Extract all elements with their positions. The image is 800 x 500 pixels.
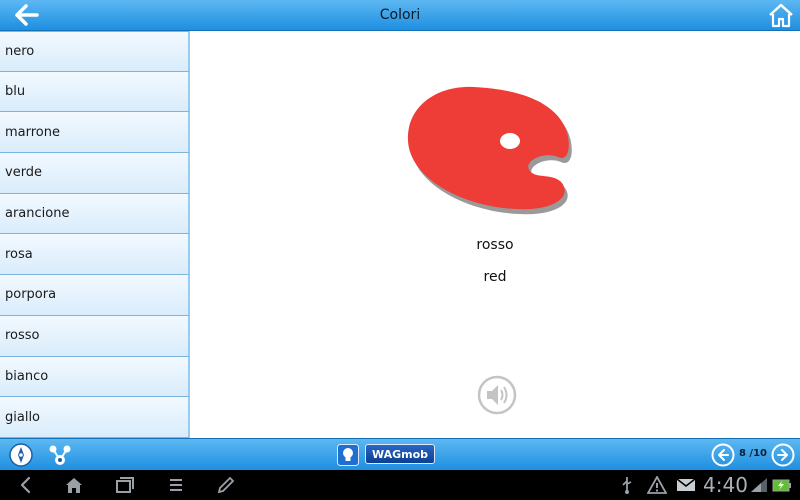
pencil-icon[interactable] [216, 476, 236, 494]
list-item-verde[interactable]: verde [0, 153, 190, 194]
list-item-rosso[interactable]: rosso [0, 315, 190, 357]
wagmob-button[interactable]: WAGmob [365, 444, 435, 464]
list-item-arancione[interactable]: arancione [0, 193, 190, 235]
home-icon[interactable] [767, 2, 795, 28]
speaker-icon[interactable] [477, 375, 517, 415]
italian-word: rosso [476, 237, 514, 253]
palette-thumb-hole [500, 133, 520, 149]
bottom-toolbar: WAGmob 8 /10 [0, 438, 800, 470]
mail-icon [676, 478, 696, 491]
list-item-label: verde [5, 165, 43, 181]
system-home-icon[interactable] [64, 476, 84, 494]
usb-icon [622, 477, 632, 494]
warning-icon [647, 476, 667, 494]
list-item-porpora[interactable]: porpora [0, 275, 190, 316]
list-item-label: marrone [5, 124, 60, 140]
english-word: red [483, 269, 507, 285]
system-recent-apps-icon[interactable] [115, 476, 135, 494]
page-counter: 8 /10 [738, 448, 767, 459]
signal-strength-icon [751, 478, 767, 492]
list-item-label: giallo [5, 409, 41, 425]
previous-arrow-icon[interactable] [711, 443, 735, 467]
system-navigation-bar: 4:40 [0, 470, 800, 500]
page-title: Colori [379, 7, 421, 23]
list-item-label: porpora [5, 287, 57, 303]
list-item-nero[interactable]: nero [0, 31, 190, 72]
system-menu-icon[interactable] [166, 476, 186, 494]
palette-body [407, 86, 569, 210]
color-list: nero blu marrone verde arancione rosa po… [0, 31, 190, 438]
title-bar: Colori [0, 0, 800, 31]
list-item-bianco[interactable]: bianco [0, 356, 190, 398]
system-back-icon[interactable] [16, 476, 36, 494]
battery-charging-icon [772, 479, 791, 492]
list-item-label: rosa [5, 246, 33, 262]
list-item-label: arancione [5, 206, 70, 222]
next-arrow-icon[interactable] [771, 443, 795, 467]
list-item-label: blu [5, 84, 26, 100]
paint-palette-icon [407, 86, 572, 215]
status-clock: 4:40 [703, 473, 748, 497]
list-item-giallo[interactable]: giallo [0, 397, 190, 438]
lightbulb-icon[interactable] [337, 444, 359, 466]
list-item-marrone[interactable]: marrone [0, 112, 190, 154]
list-item-rosa[interactable]: rosa [0, 234, 190, 276]
share-icon[interactable] [48, 443, 72, 467]
list-item-label: nero [5, 43, 35, 59]
flashcard-panel: rosso red [190, 31, 800, 438]
list-item-label: rosso [5, 328, 40, 344]
compass-icon[interactable] [9, 443, 33, 467]
list-item-blu[interactable]: blu [0, 71, 190, 113]
list-item-label: bianco [5, 368, 49, 384]
